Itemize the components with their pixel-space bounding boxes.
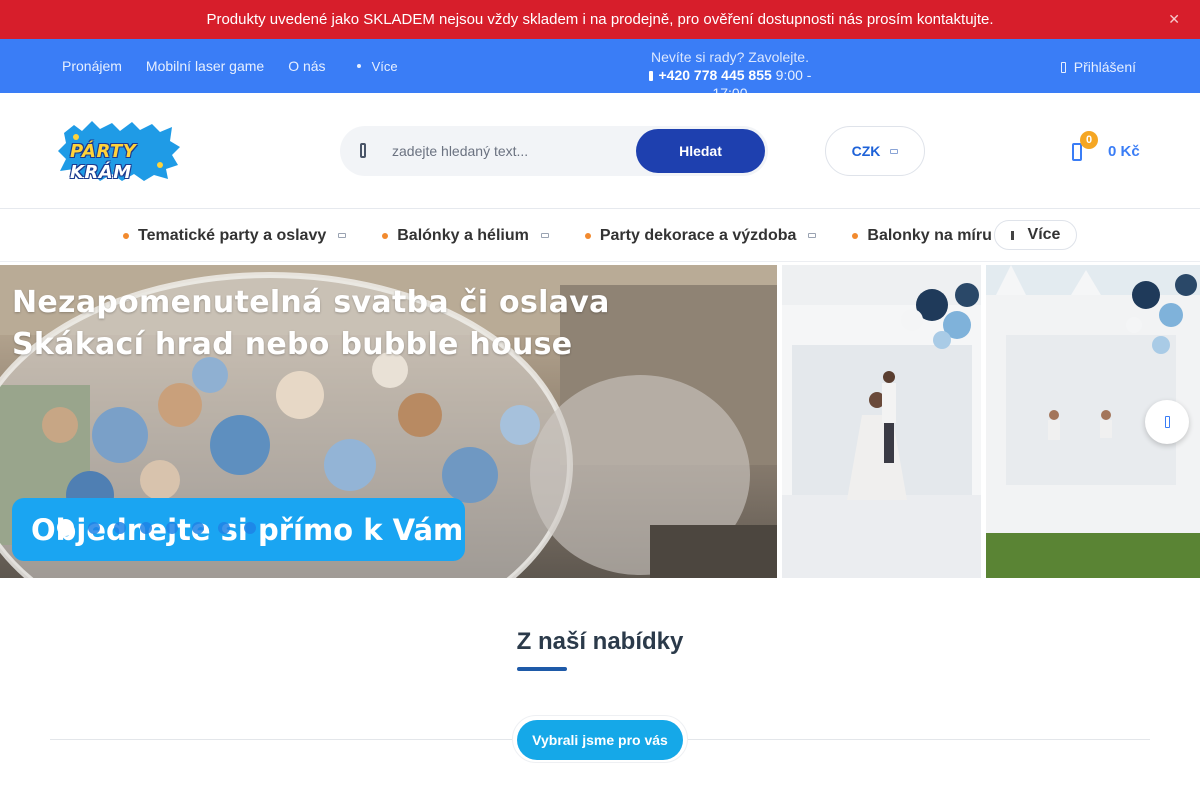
section-title: Z naší nabídky: [516, 628, 684, 655]
top-nav-link-laser-game[interactable]: Mobilní laser game: [146, 58, 264, 74]
cart-icon: [1072, 143, 1082, 161]
help-question: Nevíte si rady? Zavolejte.: [651, 49, 809, 65]
top-bar: Pronájem Mobilní laser game O nás Více N…: [0, 39, 1200, 101]
chevron-down-icon: [338, 233, 347, 238]
login-label: Přihlášení: [1073, 59, 1136, 75]
category-bullet-icon: [852, 232, 859, 239]
cart-count-badge: 0: [1080, 131, 1098, 149]
logo-text: PÁRTY KRÁM: [70, 141, 137, 183]
category-bullet-icon: [123, 232, 129, 239]
category-bullet-icon: [382, 232, 389, 239]
stock-notice-text: Produkty uvedené jako SKLADEM nejsou vžd…: [206, 11, 994, 28]
phone-number[interactable]: +420 778 445 855: [659, 67, 772, 83]
menu-icon: [1010, 230, 1014, 240]
carousel-pagination: [57, 519, 256, 536]
top-nav-more[interactable]: Více: [354, 59, 398, 74]
carousel-dot[interactable]: [114, 521, 126, 534]
category-label: Party dekorace a výzdoba: [599, 226, 797, 244]
carousel-dot[interactable]: [218, 521, 230, 534]
category-label: Tematické party a oslavy: [138, 226, 327, 244]
hero-headline-1: Nezapomenutelná svatba či oslava: [12, 285, 610, 320]
chevron-down-icon: [808, 233, 817, 238]
chevron-down-icon: [890, 148, 899, 154]
user-icon: [1060, 61, 1066, 73]
phone-icon: [648, 71, 653, 81]
tab-vybrali-jsme-pro-vas[interactable]: Vybrali jsme pro vás: [517, 720, 683, 760]
currency-selector[interactable]: CZK: [825, 126, 925, 176]
section-tab-wrapper: Vybrali jsme pro vás: [512, 715, 688, 763]
category-bullet-icon: [584, 232, 591, 239]
search-input[interactable]: [392, 126, 632, 176]
top-nav: Pronájem Mobilní laser game O nás Více: [62, 39, 398, 93]
carousel-dot[interactable]: [166, 521, 178, 534]
close-icon[interactable]: ✕: [1168, 11, 1180, 28]
carousel-dot[interactable]: [244, 521, 256, 534]
category-party-dekorace[interactable]: Party dekorace a výzdoba: [584, 226, 817, 245]
hero-slide-main[interactable]: Nezapomenutelná svatba či oslava Skákací…: [0, 265, 777, 578]
login-link[interactable]: Přihlášení: [1060, 59, 1136, 75]
carousel-next-button[interactable]: [1145, 400, 1189, 444]
section-title-underline: [517, 667, 567, 671]
wedding-bounce-house-image: [782, 265, 981, 578]
hero-headline-2: Skákací hrad nebo bubble house: [12, 327, 573, 362]
category-balonky-helium[interactable]: Balónky a hélium: [382, 227, 549, 245]
currency-label: CZK: [851, 143, 881, 159]
chevron-down-icon: [540, 233, 549, 238]
category-more-button[interactable]: Více: [994, 220, 1077, 250]
chevron-right-icon: [1164, 416, 1170, 428]
cart-button[interactable]: 0 0 Kč: [1068, 131, 1148, 171]
carousel-dot[interactable]: [88, 521, 100, 534]
category-tematicke-party[interactable]: Tematické party a oslavy: [123, 226, 347, 245]
hero-carousel: Nezapomenutelná svatba či oslava Skákací…: [0, 265, 1200, 578]
carousel-dot[interactable]: [57, 519, 74, 536]
search-icon: [360, 143, 366, 158]
carousel-dot[interactable]: [192, 521, 204, 534]
stock-notice-bar: Produkty uvedené jako SKLADEM nejsou vžd…: [0, 0, 1200, 39]
top-nav-link-o-nas[interactable]: O nás: [288, 58, 325, 74]
carousel-dot[interactable]: [140, 521, 152, 534]
cart-total: 0 Kč: [1108, 143, 1140, 160]
top-nav-more-label: Více: [371, 58, 398, 74]
top-nav-link-pronajem[interactable]: Pronájem: [62, 58, 122, 74]
search-bar: Hledat: [340, 126, 768, 176]
hero-slide-wedding[interactable]: [782, 265, 981, 578]
site-header: PÁRTY KRÁM Hledat CZK 0 0 Kč: [0, 93, 1200, 209]
category-balonky-na-miru[interactable]: Balonky na míru: [852, 226, 992, 245]
logo[interactable]: PÁRTY KRÁM: [56, 119, 182, 183]
search-button[interactable]: Hledat: [636, 129, 765, 173]
category-more-label: Více: [1027, 226, 1061, 243]
more-icon: [354, 61, 364, 71]
category-label: Balónky a hélium: [397, 226, 529, 244]
category-label: Balonky na míru: [867, 226, 992, 244]
category-nav: Tematické party a oslavy Balónky a héliu…: [0, 209, 1200, 262]
